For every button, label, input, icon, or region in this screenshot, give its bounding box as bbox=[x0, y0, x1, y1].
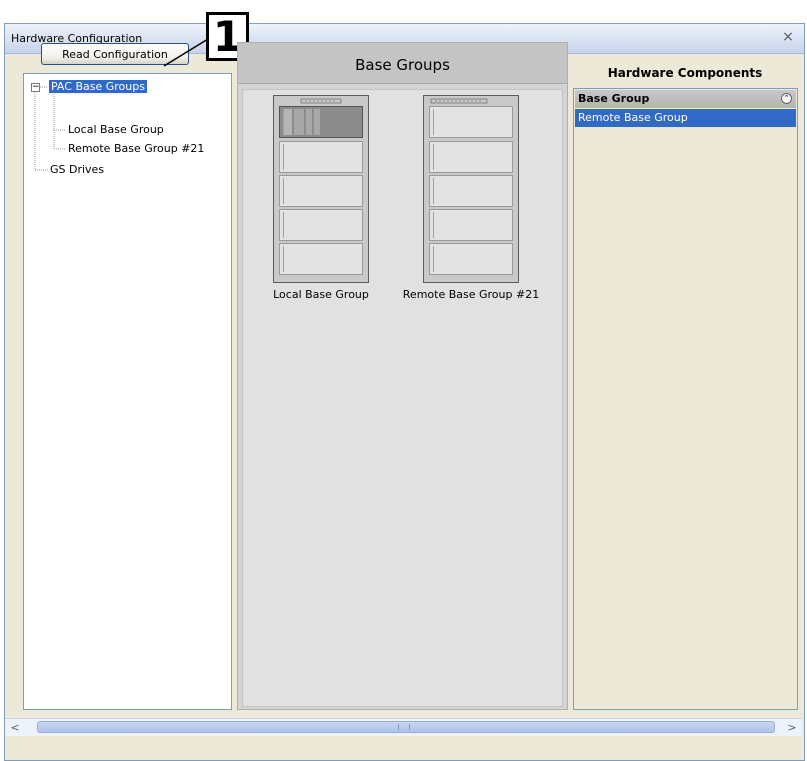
rack-slot[interactable] bbox=[429, 209, 513, 241]
base-groups-panel: Base Groups Local Base Group Remote Base… bbox=[237, 42, 568, 710]
scrollbar-thumb[interactable] bbox=[37, 721, 775, 733]
rack-slot[interactable] bbox=[279, 106, 363, 138]
base-groups-title: Base Groups bbox=[238, 43, 567, 84]
rack-slot[interactable] bbox=[429, 141, 513, 173]
tree-item-pac-base-groups[interactable]: PAC Base Groups bbox=[49, 80, 147, 93]
hardware-tree: − PAC Base Groups Local Base Group Remot… bbox=[23, 73, 232, 710]
base-groups-canvas: Local Base Group Remote Base Group #21 bbox=[242, 89, 563, 707]
hardware-components-title: Hardware Components bbox=[607, 66, 763, 80]
tree-collapse-icon[interactable]: − bbox=[31, 83, 40, 92]
tree-item-local-base-group[interactable]: Local Base Group bbox=[68, 123, 164, 136]
rack-header-strip bbox=[279, 98, 363, 104]
rack-remote-base-group-21[interactable] bbox=[423, 95, 519, 283]
collapse-up-icon[interactable]: ⌃ bbox=[781, 93, 792, 104]
rack-slot[interactable] bbox=[279, 141, 363, 173]
rack-label-remote: Remote Base Group #21 bbox=[402, 288, 540, 301]
scroll-right-icon[interactable]: > bbox=[784, 720, 800, 735]
tree-item-label: PAC Base Groups bbox=[49, 80, 147, 93]
rack-header-strip bbox=[429, 98, 513, 104]
component-item-remote-base-group[interactable]: Remote Base Group bbox=[575, 109, 796, 127]
thumb-grip-icon bbox=[398, 724, 410, 730]
close-icon[interactable]: × bbox=[780, 29, 796, 45]
read-configuration-button[interactable]: Read Configuration bbox=[41, 43, 189, 65]
rack-slot[interactable] bbox=[279, 209, 363, 241]
rack-slot[interactable] bbox=[429, 106, 513, 138]
rack-local-base-group[interactable] bbox=[273, 95, 369, 283]
rack-label-local: Local Base Group bbox=[273, 288, 369, 301]
base-group-section-header[interactable]: Base Group ⌃ bbox=[575, 90, 796, 108]
hardware-components-panel: Base Group ⌃ Remote Base Group bbox=[573, 88, 798, 710]
horizontal-scrollbar[interactable]: < > bbox=[5, 718, 802, 736]
rack-slot[interactable] bbox=[279, 175, 363, 207]
rack-slot[interactable] bbox=[429, 175, 513, 207]
rack-slot[interactable] bbox=[279, 243, 363, 275]
scroll-left-icon[interactable]: < bbox=[7, 720, 23, 735]
rack-slot[interactable] bbox=[429, 243, 513, 275]
tree-item-remote-base-group-21[interactable]: Remote Base Group #21 bbox=[68, 142, 204, 155]
tree-item-gs-drives[interactable]: GS Drives bbox=[50, 163, 104, 176]
section-header-label: Base Group bbox=[578, 92, 650, 105]
